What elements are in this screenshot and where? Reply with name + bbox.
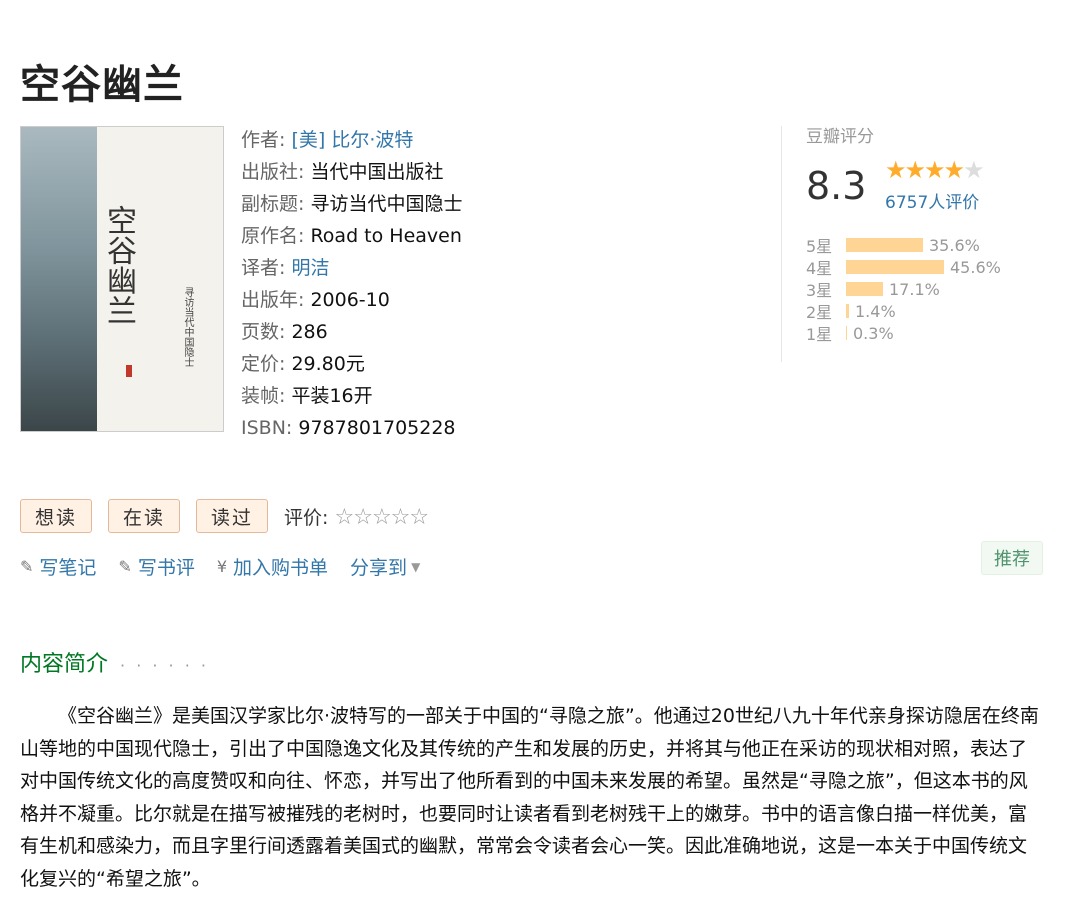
rating-bar-2: [846, 304, 849, 318]
book-cover-image[interactable]: 空谷幽兰 寻访当代中国隐士: [20, 126, 224, 432]
info-row-translator: 译者: 明洁: [241, 257, 330, 279]
cover-seal-mark: [126, 365, 132, 377]
want-to-read-button[interactable]: 想读: [20, 499, 93, 533]
rating-row-4: 4星 45.6%: [806, 257, 1001, 279]
info-row-subtitle: 副标题: 寻访当代中国隐士: [241, 193, 463, 215]
collect-actions: 想读 在读 读过 评价: ☆☆☆☆☆: [20, 499, 430, 533]
rating-bar-5: [846, 238, 923, 252]
rating-row-5: 5星 35.6%: [806, 235, 980, 257]
rating-bar-3: [846, 282, 883, 296]
intro-heading: 内容简介 · · · · · ·: [20, 652, 209, 677]
rating-count-link[interactable]: 6757人评价: [885, 188, 979, 213]
evaluate-stars-icon[interactable]: ☆☆☆☆☆: [335, 505, 430, 530]
cover-title-text: 空谷幽兰: [101, 205, 136, 325]
info-row-binding: 装帧: 平装16开: [241, 385, 373, 407]
yen-icon: ¥: [216, 557, 228, 576]
write-review-link[interactable]: ✎ 写书评: [118, 553, 194, 580]
rating-row-2: 2星 1.4%: [806, 301, 896, 323]
rating-label: 豆瓣评分: [806, 127, 874, 147]
evaluate-widget: 评价: ☆☆☆☆☆: [284, 503, 430, 530]
author-link[interactable]: [美] 比尔·波特: [291, 129, 413, 151]
info-row-price: 定价: 29.80元: [241, 353, 365, 375]
cover-subtitle-text: 寻访当代中国隐士: [182, 287, 193, 367]
caret-down-icon: ▼: [411, 559, 421, 574]
intro-text: 《空谷幽兰》是美国汉学家比尔·波特写的一部关于中国的“寻隐之旅”。他通过20世纪…: [20, 705, 1039, 890]
info-row-author: 作者: [美] 比尔·波特: [241, 129, 414, 151]
pencil-icon: ✎: [20, 557, 34, 576]
have-read-button[interactable]: 读过: [196, 499, 269, 533]
rating-stars-icon: ★★★★★: [885, 156, 985, 184]
evaluate-label: 评价:: [284, 506, 329, 529]
rating-divider: [781, 126, 782, 362]
reading-button[interactable]: 在读: [108, 499, 181, 533]
translator-link[interactable]: 明洁: [291, 257, 329, 279]
share-link[interactable]: 分享到 ▼: [350, 553, 420, 580]
rating-distribution: 5星 35.6% 4星 45.6% 3星 17.1% 2星 1.4% 1星 0.3%: [806, 234, 1001, 345]
info-row-pub-year: 出版年: 2006-10: [241, 289, 390, 311]
rating-row-1: 1星 0.3%: [806, 323, 894, 345]
info-row-original-title: 原作名: Road to Heaven: [241, 225, 462, 247]
pencil-icon: ✎: [118, 557, 132, 576]
action-links: ✎ 写笔记 ✎ 写书评 ¥ 加入购书单 分享到 ▼: [20, 553, 442, 580]
info-row-publisher: 出版社: 当代中国出版社: [241, 161, 444, 183]
info-row-isbn: ISBN: 9787801705228: [241, 417, 456, 439]
write-note-link[interactable]: ✎ 写笔记: [20, 553, 96, 580]
section-dots: · · · · · ·: [120, 656, 209, 675]
info-row-pages: 页数: 286: [241, 321, 328, 343]
book-title: 空谷幽兰: [20, 62, 184, 108]
add-to-cart-link[interactable]: ¥ 加入购书单: [217, 553, 328, 580]
rating-bar-1: [846, 326, 847, 340]
recommend-button[interactable]: 推荐: [981, 541, 1043, 575]
rating-score: 8.3: [806, 164, 867, 208]
rating-row-3: 3星 17.1%: [806, 279, 940, 301]
rating-bar-4: [846, 260, 944, 274]
rating-panel: 豆瓣评分 8.3 ★★★★★ 6757人评价 5星 35.6% 4星 45.6% 3…: [806, 122, 1056, 344]
book-info: 作者: [美] 比尔·波特 出版社: 当代中国出版社 副标题: 寻访当代中国隐士…: [241, 124, 462, 444]
